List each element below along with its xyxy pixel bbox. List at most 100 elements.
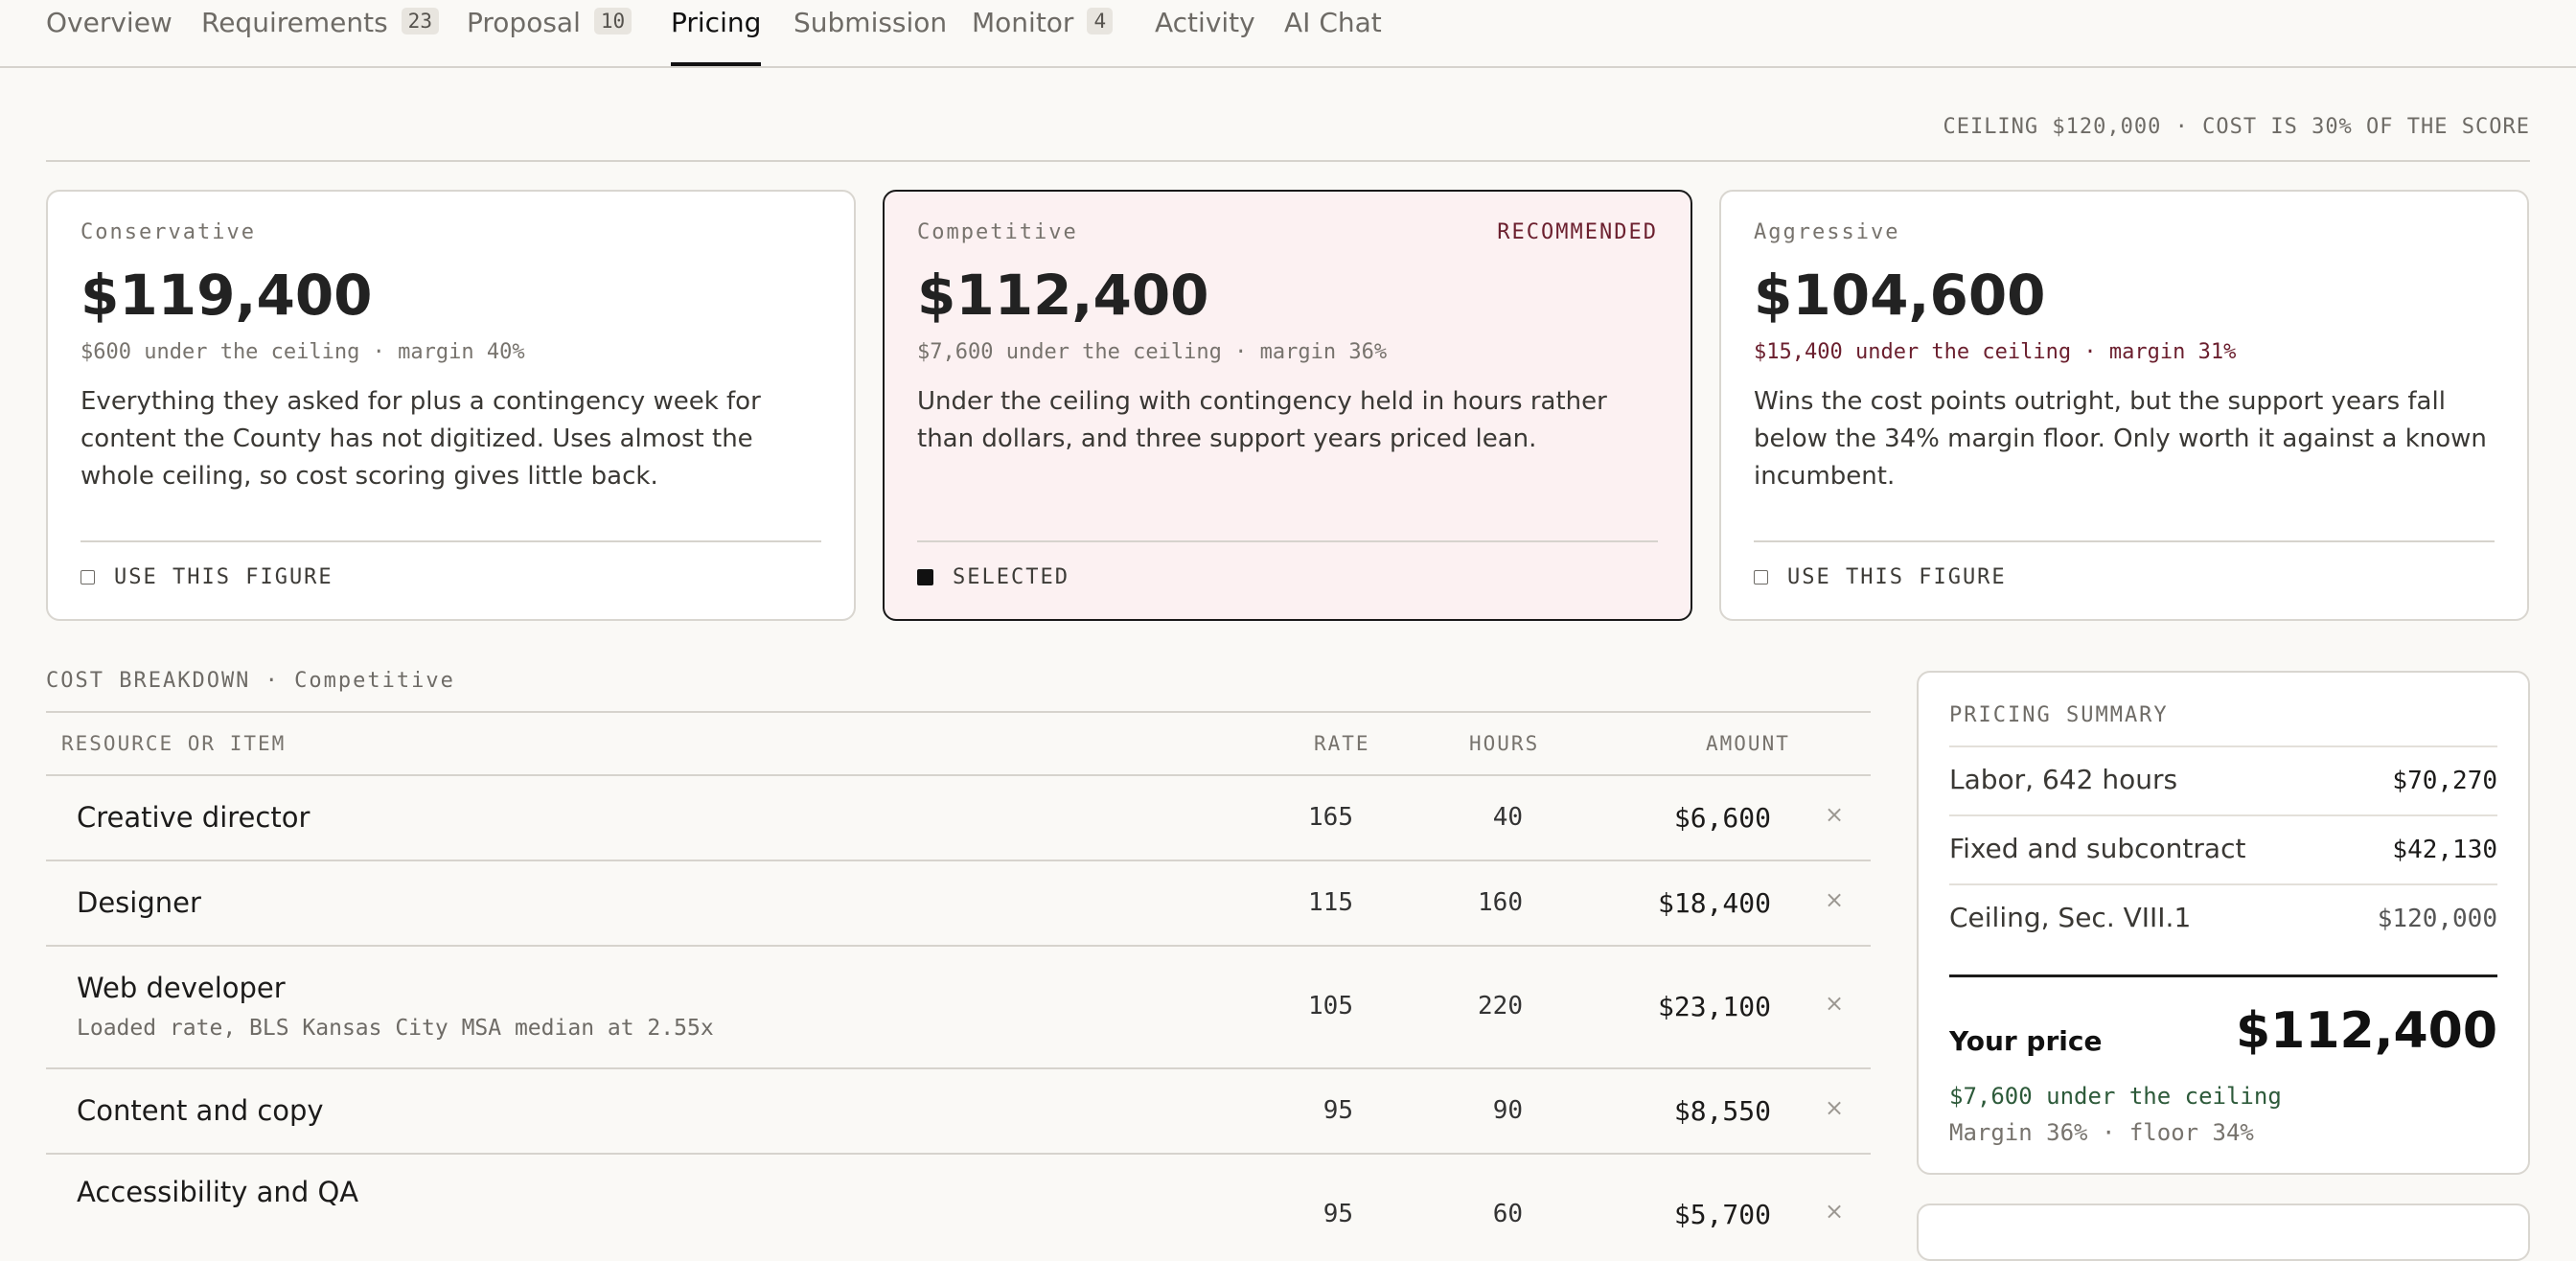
use-figure-label: USE THIS FIGURE [1787,565,2007,589]
item-rate[interactable]: 95 [1323,1200,1353,1228]
item-name: Accessibility and QA [77,1176,359,1208]
count-badge: 4 [1087,8,1114,34]
table-row[interactable]: Content and copy 95 90 $8,550 × [46,1069,1871,1155]
secondary-panel [1917,1204,2530,1261]
tab-submission[interactable]: Submission [794,0,947,66]
option-card-aggressive[interactable]: Aggressive $104,600 $15,400 under the ce… [1719,190,2529,621]
summary-value: $42,130 [2392,836,2497,864]
tab-label: Submission [794,7,948,38]
summary-label: Fixed and subcontract [1949,833,2246,864]
item-hours[interactable]: 160 [1478,888,1523,917]
remove-row-icon[interactable]: × [1825,886,1844,913]
tab-label: Monitor [972,7,1074,38]
summary-label: Ceiling, Sec. VIII.1 [1949,902,2192,933]
item-note: Loaded rate, BLS Kansas City MSA median … [77,1016,714,1041]
use-figure-button[interactable]: USE THIS FIGURE [80,565,334,589]
item-amount: $23,100 [1657,991,1771,1022]
tab-label: Proposal [467,7,581,38]
option-description: Under the ceiling with contingency held … [917,387,1607,453]
item-hours[interactable]: 60 [1493,1200,1523,1228]
option-subtext: $15,400 under the ceiling · margin 31% [1754,340,2237,364]
remove-row-icon[interactable]: × [1825,1094,1844,1121]
table-header: RESOURCE OR ITEM RATE HOURS AMOUNT [46,711,1871,776]
table-row[interactable]: Creative director 165 40 $6,600 × [46,776,1871,861]
option-subtext: $600 under the ceiling · margin 40% [80,340,525,364]
item-name: Content and copy [77,1094,324,1127]
item-amount: $6,600 [1673,802,1771,834]
tab-label: Requirements [201,7,388,38]
summary-title: PRICING SUMMARY [1949,703,2169,727]
use-figure-button[interactable]: USE THIS FIGURE [1754,565,2007,589]
margin-note: Margin 36% · floor 34% [1949,1119,2254,1146]
count-badge: 23 [401,8,439,34]
column-header-amount: AMOUNT [1706,732,1790,755]
tab-monitor[interactable]: Monitor 4 [972,0,1114,66]
tab-label: AI Chat [1284,7,1382,38]
under-ceiling-note: $7,600 under the ceiling [1949,1083,2282,1110]
option-label: Aggressive [1754,220,1900,244]
option-subtext: $7,600 under the ceiling · margin 36% [917,340,1388,364]
tab-bar: Overview Requirements 23 Proposal 10 Prici… [0,0,2576,68]
option-price: $112,400 [917,263,1209,328]
item-rate[interactable]: 95 [1323,1096,1353,1125]
ceiling-note: CEILING $120,000 · COST IS 30% OF THE SC… [1943,115,2530,139]
recommended-badge: RECOMMENDED [1497,220,1658,244]
option-card-conservative[interactable]: Conservative $119,400 $600 under the cei… [46,190,856,621]
your-price-value: $112,400 [2235,1002,2497,1060]
option-description: Everything they asked for plus a conting… [80,387,761,491]
option-label: Competitive [917,220,1078,244]
tab-pricing[interactable]: Pricing [671,0,762,66]
checkbox-icon[interactable] [1754,570,1768,585]
summary-value: $70,270 [2392,767,2497,795]
option-description: Wins the cost points outright, but the s… [1754,387,2487,491]
remove-row-icon[interactable]: × [1825,990,1844,1017]
item-hours[interactable]: 40 [1493,803,1523,832]
summary-value: $120,000 [2377,905,2497,933]
tab-label: Overview [46,7,172,38]
remove-row-icon[interactable]: × [1825,801,1844,828]
option-price: $104,600 [1754,263,2046,328]
summary-row-fixed: Fixed and subcontract $42,130 [1949,814,2497,883]
item-hours[interactable]: 90 [1493,1096,1523,1125]
tab-requirements[interactable]: Requirements 23 [201,0,439,66]
item-name: Web developer [77,972,286,1004]
item-rate[interactable]: 115 [1308,888,1353,917]
tab-label: Pricing [671,7,762,38]
tab-proposal[interactable]: Proposal 10 [467,0,632,66]
tab-overview[interactable]: Overview [46,0,172,66]
item-rate[interactable]: 105 [1308,992,1353,1020]
item-rate[interactable]: 165 [1308,803,1353,832]
divider [1754,540,2495,542]
option-card-competitive[interactable]: Competitive RECOMMENDED $112,400 $7,600 … [883,190,1692,621]
divider [917,540,1658,542]
table-row[interactable]: Designer 115 160 $18,400 × [46,861,1871,947]
table-row[interactable]: Accessibility and QA 95 60 $5,700 × [46,1155,1871,1260]
column-header-rate: RATE [1314,732,1370,755]
item-name: Creative director [77,801,310,834]
summary-row-labor: Labor, 642 hours $70,270 [1949,745,2497,814]
divider [46,160,2530,162]
summary-label: Labor, 642 hours [1949,764,2178,795]
summary-row-ceiling: Ceiling, Sec. VIII.1 $120,000 [1949,883,2497,952]
item-amount: $5,700 [1673,1199,1771,1230]
option-price: $119,400 [80,263,373,328]
remove-row-icon[interactable]: × [1825,1198,1844,1225]
table-row[interactable]: Web developer Loaded rate, BLS Kansas Ci… [46,947,1871,1069]
selected-indicator[interactable]: SELECTED [917,565,1070,589]
item-amount: $18,400 [1657,887,1771,919]
count-badge: 10 [593,8,632,34]
tab-ai-chat[interactable]: AI Chat [1284,0,1382,66]
option-label: Conservative [80,220,256,244]
column-header-hours: HOURS [1469,732,1540,755]
item-amount: $8,550 [1673,1095,1771,1127]
your-price-label: Your price [1949,1025,2103,1057]
item-hours[interactable]: 220 [1478,992,1523,1020]
pricing-summary-panel: PRICING SUMMARY Labor, 642 hours $70,270… [1917,671,2530,1175]
use-figure-label: USE THIS FIGURE [114,565,334,589]
cost-breakdown-title: COST BREAKDOWN · Competitive [46,669,455,693]
cost-breakdown-table: RESOURCE OR ITEM RATE HOURS AMOUNT Creat… [46,711,1871,1260]
checkbox-icon[interactable] [80,570,95,585]
selected-label: SELECTED [953,565,1070,589]
tab-activity[interactable]: Activity [1155,0,1255,66]
checked-box-icon[interactable] [917,569,933,585]
